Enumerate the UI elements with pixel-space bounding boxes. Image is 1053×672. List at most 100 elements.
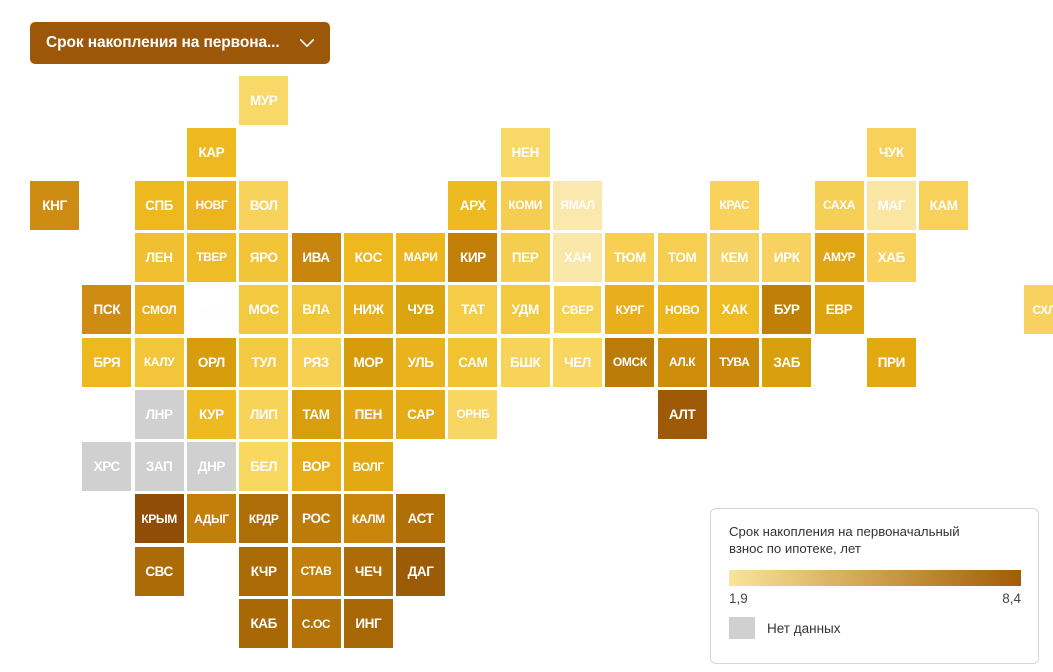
region-tile[interactable]: ВОР [291, 442, 341, 492]
region-tile[interactable]: СТАВ [291, 546, 341, 596]
region-tile[interactable]: МАГ [866, 180, 916, 230]
region-tile[interactable]: МАРИ [396, 232, 446, 282]
region-tile[interactable]: КАР [186, 128, 236, 178]
region-tile[interactable]: СПБ [134, 180, 184, 230]
region-tile-label: ИРК [773, 249, 800, 265]
region-tile[interactable]: ТВЕР [186, 232, 236, 282]
region-tile[interactable]: ЛЕН [134, 232, 184, 282]
region-tile[interactable]: ЯРО [239, 232, 289, 282]
region-tile-label: ВОЛ [249, 197, 278, 213]
region-tile[interactable]: КАЛМ [343, 494, 393, 544]
region-tile[interactable]: БЕЛ [239, 442, 289, 492]
region-tile[interactable]: НЕН [500, 128, 550, 178]
region-tile[interactable]: ЛНР [134, 389, 184, 439]
region-tile[interactable]: ДНР [186, 442, 236, 492]
region-tile[interactable]: ХАБ [866, 232, 916, 282]
region-tile[interactable]: БРЯ [82, 337, 132, 387]
region-tile[interactable]: КАМ [919, 180, 969, 230]
region-tile[interactable]: АДЫГ [186, 494, 236, 544]
region-tile[interactable]: АМУР [814, 232, 864, 282]
region-tile[interactable]: ТАМ [291, 389, 341, 439]
region-tile-label: ПСК [93, 302, 121, 318]
region-tile[interactable]: ПРИ [866, 337, 916, 387]
region-tile[interactable]: ТУЛ [239, 337, 289, 387]
region-tile[interactable]: ХРС [82, 442, 132, 492]
region-tile[interactable]: ВЛА [291, 285, 341, 335]
region-tile[interactable]: ЧУК [866, 128, 916, 178]
region-tile[interactable]: ИВА [291, 232, 341, 282]
region-tile[interactable]: КРДР [239, 494, 289, 544]
region-tile[interactable]: ВОЛ [239, 180, 289, 230]
region-tile[interactable]: ОРНБ [448, 389, 498, 439]
region-tile[interactable]: РОС [291, 494, 341, 544]
region-tile[interactable]: КНГ [30, 180, 79, 230]
region-tile[interactable]: ЗАП [134, 442, 184, 492]
region-tile[interactable]: УДМ [500, 285, 550, 335]
region-tile[interactable]: ВОЛГ [343, 442, 393, 492]
region-tile[interactable]: УЛЬ [396, 337, 446, 387]
region-tile[interactable]: САР [396, 389, 446, 439]
region-tile[interactable]: ПЕН [343, 389, 393, 439]
region-tile-label: УЛЬ [407, 354, 434, 370]
region-tile[interactable]: КЕМ [709, 232, 759, 282]
region-tile[interactable]: ХАН [553, 232, 602, 282]
region-tile[interactable]: АСТ [396, 494, 446, 544]
region-tile[interactable]: ЧЕЧ [343, 546, 393, 596]
region-tile-label: ИВА [302, 249, 330, 265]
region-tile[interactable]: ЧЕЛ [553, 337, 602, 387]
region-tile[interactable]: ТЮМ [605, 232, 655, 282]
region-tile[interactable]: ОРЛ [186, 337, 236, 387]
region-tile[interactable]: ХАК [709, 285, 759, 335]
region-tile[interactable]: КЧР [239, 546, 289, 596]
region-tile[interactable]: МУР [239, 76, 289, 125]
region-tile[interactable]: КРЫМ [134, 494, 184, 544]
region-tile[interactable]: КАБ [239, 599, 289, 648]
region-tile[interactable]: САХА [814, 180, 864, 230]
region-tile[interactable]: НОВО [657, 285, 707, 335]
region-tile-label: ОРЛ [197, 354, 225, 370]
legend-scale: 1,9 8,4 [729, 591, 1021, 606]
region-tile[interactable]: ПСК [82, 285, 132, 335]
region-tile[interactable]: КУРГ [605, 285, 655, 335]
region-tile[interactable]: ЧУВ [396, 285, 446, 335]
region-tile[interactable]: НИЖ [343, 285, 393, 335]
region-tile[interactable]: НОВГ [186, 180, 236, 230]
region-tile-label: КЕМ [720, 249, 749, 265]
region-tile[interactable]: КАЛУ [134, 337, 184, 387]
region-tile[interactable]: СВЕР [551, 283, 604, 337]
region-tile[interactable]: КОМИ [500, 180, 550, 230]
region-tile[interactable]: ЛИП [239, 389, 289, 439]
region-tile[interactable]: АЛ.К [657, 337, 707, 387]
region-tile-label: КИР [460, 249, 486, 265]
region-tile[interactable]: ПЕР [500, 232, 550, 282]
region-tile[interactable]: ИНГ [343, 599, 393, 648]
region-tile[interactable]: ЯМАЛ [553, 180, 602, 230]
region-tile[interactable]: ЕВР [814, 285, 864, 335]
region-tile[interactable]: МОС [239, 285, 289, 335]
region-tile-label: САР [407, 406, 435, 422]
region-tile[interactable]: ЗАБ [762, 337, 812, 387]
region-tile[interactable]: С.ОС [291, 599, 341, 648]
region-tile[interactable]: КОС [343, 232, 393, 282]
region-tile[interactable]: ТОМ [657, 232, 707, 282]
region-tile[interactable]: СХЛН [1023, 285, 1053, 335]
region-tile[interactable]: ДАГ [396, 546, 446, 596]
region-tile[interactable]: СВС [134, 546, 184, 596]
region-tile[interactable]: РЯЗ [291, 337, 341, 387]
region-tile[interactable]: МСК [187, 285, 236, 334]
region-tile[interactable]: ТУВА [709, 337, 759, 387]
region-tile[interactable]: ОМСК [605, 337, 655, 387]
region-tile-label: АМУР [822, 250, 856, 265]
region-tile[interactable]: ИРК [762, 232, 812, 282]
region-tile[interactable]: ТАТ [448, 285, 498, 335]
region-tile[interactable]: КУР [186, 389, 236, 439]
region-tile[interactable]: КИР [448, 232, 498, 282]
region-tile[interactable]: БУР [762, 285, 812, 335]
region-tile[interactable]: МОР [343, 337, 393, 387]
region-tile[interactable]: БШК [500, 337, 550, 387]
region-tile[interactable]: САМ [448, 337, 498, 387]
region-tile[interactable]: АРХ [448, 180, 498, 230]
region-tile[interactable]: СМОЛ [134, 285, 184, 335]
region-tile[interactable]: КРАС [709, 180, 759, 230]
region-tile[interactable]: АЛТ [657, 389, 707, 439]
